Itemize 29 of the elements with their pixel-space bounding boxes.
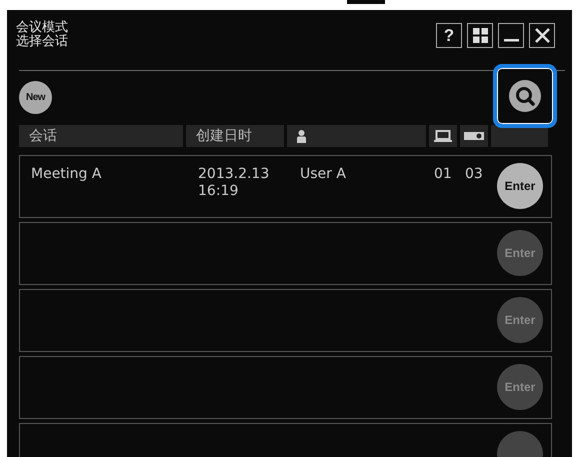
laptop-icon xyxy=(434,130,452,142)
close-button[interactable] xyxy=(529,23,555,48)
minimize-button[interactable] xyxy=(498,23,524,48)
help-button[interactable]: ? xyxy=(436,23,462,48)
enter-button[interactable]: Enter xyxy=(497,297,543,343)
person-icon xyxy=(297,130,306,142)
column-header: 会话 xyxy=(19,125,183,147)
projector-count: 03 xyxy=(465,166,483,182)
close-icon xyxy=(534,28,550,43)
session-row[interactable]: Enter xyxy=(19,356,552,419)
grid-icon xyxy=(472,28,488,43)
session-row[interactable]: Enter xyxy=(19,289,552,352)
created-time: 2013.2.13 16:19 xyxy=(198,166,270,199)
session-name: Meeting A xyxy=(31,166,102,182)
search-button[interactable] xyxy=(493,64,557,128)
session-row[interactable]: Enter xyxy=(19,222,552,285)
column-header: 创建日时 xyxy=(186,125,284,147)
enter-button[interactable]: Enter xyxy=(497,230,543,276)
grid-button[interactable] xyxy=(467,23,493,48)
window-title: 会议模式 选择会话 xyxy=(16,21,68,49)
session-row[interactable]: Meeting A 2013.2.13 16:19 User A 01 03 Enter xyxy=(19,155,552,218)
user-name: User A xyxy=(300,166,346,182)
new-button[interactable]: New xyxy=(19,80,52,114)
search-icon xyxy=(509,80,541,112)
projector-icon xyxy=(464,131,484,141)
enter-button[interactable]: Enter xyxy=(497,364,543,410)
enter-button[interactable]: Enter xyxy=(497,163,543,209)
minimize-icon xyxy=(504,39,518,42)
pc-count: 01 xyxy=(434,166,452,182)
